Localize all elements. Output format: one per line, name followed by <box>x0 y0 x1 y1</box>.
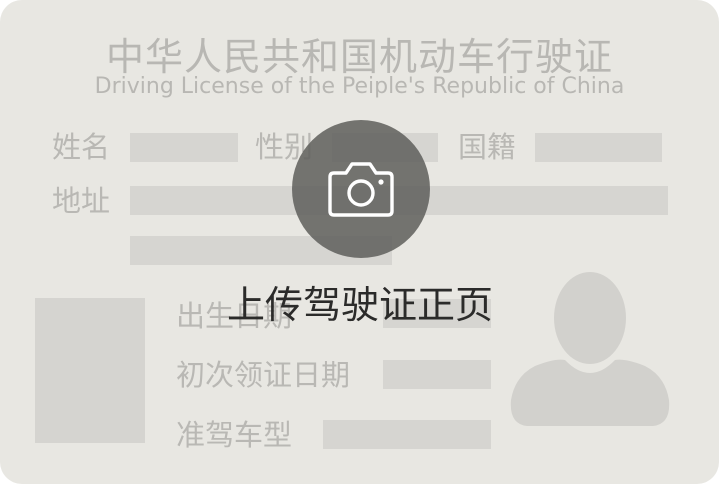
address-label: 地址 <box>52 184 111 218</box>
name-value-placeholder <box>130 133 238 162</box>
card-title-chinese: 中华人民共和国机动车行驶证 <box>105 35 613 79</box>
license-card[interactable]: 中华人民共和国机动车行驶证 Driving License of the Pei… <box>0 0 719 484</box>
card-title-english: Driving License of the Peiple's Republic… <box>94 74 625 99</box>
nationality-value-placeholder <box>535 133 662 162</box>
first-issue-date-label: 初次领证日期 <box>176 358 351 392</box>
vehicle-class-label: 准驾车型 <box>176 418 293 452</box>
photo-placeholder <box>35 298 145 443</box>
vehicle-class-value-placeholder <box>323 420 491 449</box>
first-issue-date-value-placeholder <box>383 360 491 389</box>
upload-button[interactable] <box>292 120 430 258</box>
camera-icon <box>328 162 394 217</box>
name-label: 姓名 <box>52 130 111 164</box>
nationality-label: 国籍 <box>458 130 517 164</box>
upload-label[interactable]: 上传驾驶证正页 <box>150 280 570 330</box>
